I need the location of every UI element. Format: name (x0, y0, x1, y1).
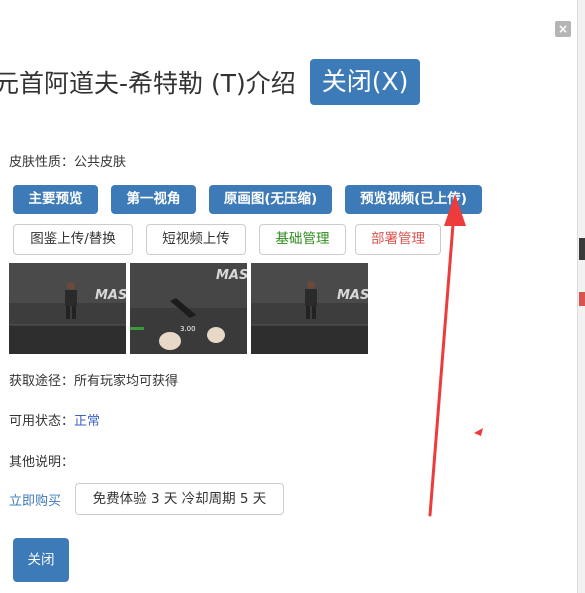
preview-thumbnail-3[interactable]: MAS (251, 263, 368, 354)
status-label: 可用状态： (9, 414, 75, 429)
thumb-1-overlay-text: MAS (95, 288, 126, 303)
short-video-upload-button[interactable]: 短视频上传 (146, 224, 246, 255)
close-icon[interactable]: × (555, 21, 571, 37)
bottom-close-button[interactable]: 关闭 (13, 538, 69, 582)
annotation-mark (474, 428, 483, 436)
status-value: 正常 (74, 414, 101, 429)
thumb-3-overlay-text: MAS (337, 288, 368, 303)
gallery-upload-button[interactable]: 图鉴上传/替换 (13, 224, 133, 255)
dialog-title: 元首阿道夫-希特勒 (T)介绍 (0, 69, 296, 98)
dialog-title-row: 元首阿道夫-希特勒 (T)介绍 关闭(X) (0, 58, 421, 106)
acquire-row: 获取途径：所有玩家均可获得 (9, 370, 178, 389)
first-person-view-button[interactable]: 第一视角 (111, 185, 196, 214)
other-notes-label: 其他说明： (9, 455, 75, 470)
free-trial-button[interactable]: 免费体验 3 天 冷却周期 5 天 (75, 483, 284, 515)
preview-thumbnail-1[interactable]: MAS (9, 263, 126, 354)
thumb-2-overlay-text: MAS (216, 268, 247, 283)
skin-intro-dialog: × 元首阿道夫-希特勒 (T)介绍 关闭(X) 皮肤性质：公共皮肤 主要预览 第… (0, 0, 577, 593)
deploy-management-button[interactable]: 部署管理 (355, 224, 441, 255)
background-page-edge (577, 0, 585, 593)
skin-type-row: 皮肤性质：公共皮肤 (9, 151, 126, 170)
acquire-value: 所有玩家均可获得 (74, 374, 179, 389)
original-art-button[interactable]: 原画图(无压缩) (209, 185, 332, 214)
skin-type-label: 皮肤性质： (9, 155, 75, 170)
preview-video-button[interactable]: 预览视频(已上传) (345, 185, 482, 214)
status-row: 可用状态：正常 (9, 410, 100, 429)
title-close-button[interactable]: 关闭(X) (309, 59, 421, 105)
buy-now-link[interactable]: 立即购买 (9, 490, 61, 509)
main-preview-button[interactable]: 主要预览 (13, 185, 98, 214)
thumb-2-hud-value: 3.00 (180, 325, 196, 333)
other-notes-row: 其他说明： (9, 451, 74, 470)
acquire-label: 获取途径： (9, 374, 75, 389)
basic-management-button[interactable]: 基础管理 (259, 224, 346, 255)
preview-thumbnail-2[interactable]: MAS 3.00 (130, 263, 247, 354)
skin-type-value: 公共皮肤 (74, 155, 127, 170)
